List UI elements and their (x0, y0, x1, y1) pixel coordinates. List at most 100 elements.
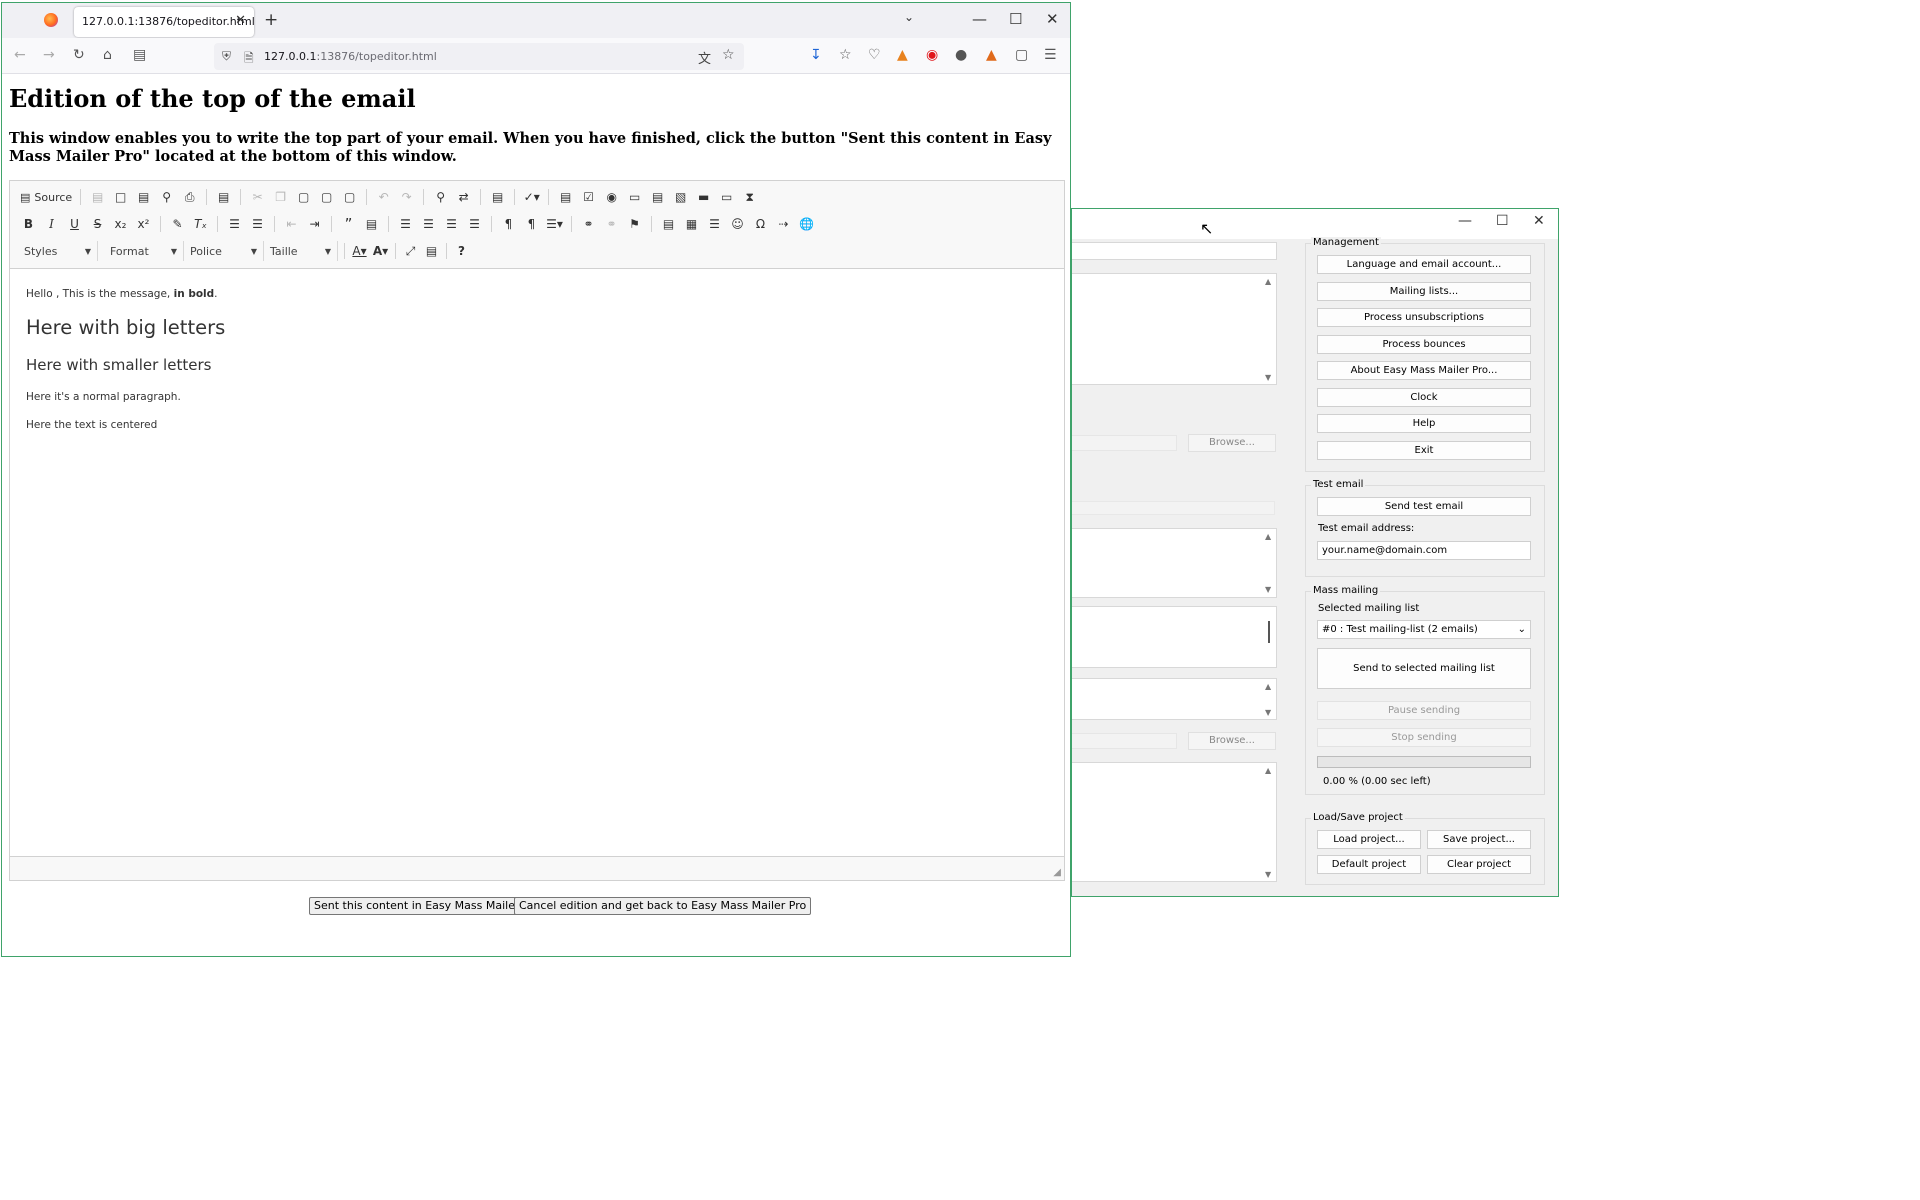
blockquote-icon[interactable]: ” (338, 213, 359, 235)
paste-icon[interactable]: ▢ (293, 186, 314, 208)
browse-button-1[interactable]: Browse... (1188, 434, 1276, 452)
scroll-up-icon[interactable]: ▲ (1265, 532, 1271, 541)
url-bar[interactable]: ⛨ 🗎 127.0.0.1:13876/topeditor.html 文 ☆ (214, 43, 744, 70)
bottom-content-area[interactable] (1072, 762, 1277, 882)
bold-icon[interactable]: B (18, 213, 39, 235)
italic-icon[interactable]: I (41, 213, 62, 235)
reload-icon[interactable]: ↻ (73, 47, 85, 63)
process-bounces-button[interactable]: Process bounces (1317, 335, 1531, 354)
anchor-flag-icon[interactable]: ⚑ (624, 213, 645, 235)
close-icon[interactable]: ✕ (1533, 213, 1545, 229)
scroll-down-icon[interactable]: ▼ (1265, 870, 1271, 879)
close-tab-icon[interactable]: ✕ (235, 13, 246, 28)
load-project-button[interactable]: Load project... (1317, 830, 1421, 849)
metamask-icon[interactable]: ▲ (897, 47, 908, 63)
forward-icon[interactable]: → (43, 47, 55, 63)
align-center-icon[interactable]: ☰ (418, 213, 439, 235)
stop-sending-button[interactable]: Stop sending (1317, 728, 1531, 747)
resize-grip-icon[interactable]: ◢ (1053, 867, 1061, 878)
paste-text-icon[interactable]: ▢ (316, 186, 337, 208)
select-all-icon[interactable]: ▤ (487, 186, 508, 208)
select-field-icon[interactable]: ▧ (670, 186, 691, 208)
help-button[interactable]: Help (1317, 414, 1531, 433)
about-button[interactable]: About Easy Mass Mailer Pro... (1317, 361, 1531, 380)
radio-icon[interactable]: ◉ (601, 186, 622, 208)
page-icon[interactable]: 🗎 (244, 49, 254, 70)
scroll-up-icon[interactable]: ▲ (1265, 766, 1271, 775)
send-to-list-button[interactable]: Send to selected mailing list (1317, 648, 1531, 689)
numbered-list-icon[interactable]: ☰ (224, 213, 245, 235)
div-container-icon[interactable]: ▤ (361, 213, 382, 235)
rtl-icon[interactable]: ¶ (521, 213, 542, 235)
font-combo[interactable]: Police ▼ (184, 241, 264, 261)
indent-icon[interactable]: ⇥ (304, 213, 325, 235)
redo-icon[interactable]: ↷ (396, 186, 417, 208)
home-icon[interactable]: ⌂ (103, 47, 112, 63)
preview-icon[interactable]: ⚲ (156, 186, 177, 208)
mailing-lists-button[interactable]: Mailing lists... (1317, 282, 1531, 301)
button-field-icon[interactable]: ▬ (693, 186, 714, 208)
clock-button[interactable]: Clock (1317, 388, 1531, 407)
text-field-icon[interactable]: ▭ (624, 186, 645, 208)
cancel-edition-button[interactable]: Cancel edition and get back to Easy Mass… (514, 897, 812, 915)
cut-icon[interactable]: ✂ (247, 186, 268, 208)
help-icon[interactable]: ? (451, 240, 472, 262)
image-icon[interactable]: ▤ (658, 213, 679, 235)
list-tabs-icon[interactable]: ⌄ (904, 10, 914, 24)
test-email-address-input[interactable]: your.name@domain.com (1317, 541, 1531, 560)
textarea-icon[interactable]: ▤ (647, 186, 668, 208)
pause-sending-button[interactable]: Pause sending (1317, 701, 1531, 720)
remove-format-icon[interactable]: Tₓ (190, 213, 211, 235)
editor-content[interactable]: Hello , This is the message, in bold. He… (10, 269, 1064, 858)
show-blocks-icon[interactable]: ▤ (421, 240, 442, 262)
opera-icon[interactable]: ◉ (926, 47, 938, 63)
default-project-button[interactable]: Default project (1317, 855, 1421, 874)
text-area-2[interactable] (1072, 528, 1277, 598)
replace-icon[interactable]: ⇄ (453, 186, 474, 208)
smiley-icon[interactable]: ☺ (727, 213, 748, 235)
new-page-icon[interactable]: □ (110, 186, 131, 208)
minimize-icon[interactable]: — (1458, 213, 1472, 229)
page-break-icon[interactable]: ⇢ (773, 213, 794, 235)
clear-project-button[interactable]: Clear project (1427, 855, 1531, 874)
ltr-icon[interactable]: ¶ (498, 213, 519, 235)
size-combo[interactable]: Taille ▼ (264, 241, 338, 261)
scroll-down-icon[interactable]: ▼ (1265, 708, 1271, 717)
special-char-icon[interactable]: Ω (750, 213, 771, 235)
subject-field[interactable] (1072, 242, 1277, 260)
bookmark-star-icon[interactable]: ☆ (722, 47, 735, 63)
align-right-icon[interactable]: ☰ (441, 213, 462, 235)
scroll-down-icon[interactable]: ▼ (1265, 585, 1271, 594)
save-icon[interactable]: ▤ (87, 186, 108, 208)
language-icon[interactable]: ☰▾ (544, 213, 565, 235)
attachment-field-2[interactable] (1072, 733, 1177, 749)
copy-icon[interactable]: ❐ (270, 186, 291, 208)
app-titlebar[interactable]: — ☐ ✕ (1072, 209, 1558, 239)
close-window-icon[interactable]: ✕ (1046, 10, 1059, 28)
find-icon[interactable]: ⚲ (430, 186, 451, 208)
shield-icon[interactable]: ⛨ (222, 49, 231, 64)
spellcheck-icon[interactable]: ✓▾ (521, 186, 542, 208)
align-left-icon[interactable]: ☰ (395, 213, 416, 235)
process-unsubscriptions-button[interactable]: Process unsubscriptions (1317, 308, 1531, 327)
justify-icon[interactable]: ☰ (464, 213, 485, 235)
export-pdf-icon[interactable]: ▤ (133, 186, 154, 208)
profile-icon[interactable]: ▲ (986, 47, 997, 63)
templates-icon[interactable]: ▤ (213, 186, 234, 208)
extension-star-icon[interactable]: ☆ (839, 47, 852, 63)
browse-button-2[interactable]: Browse... (1188, 732, 1276, 750)
superscript-icon[interactable]: x² (133, 213, 154, 235)
send-content-button[interactable]: Sent this content in Easy Mass Mailer Pr… (309, 897, 546, 915)
send-test-email-button[interactable]: Send test email (1317, 497, 1531, 516)
mailing-list-select[interactable]: #0 : Test mailing-list (2 emails) ⌄ (1317, 620, 1531, 639)
form-icon[interactable]: ▤ (555, 186, 576, 208)
underline-icon[interactable]: U (64, 213, 85, 235)
maximize-editor-icon[interactable]: ⤢ (400, 240, 421, 262)
extension-icon[interactable]: ● (955, 47, 967, 63)
text-area-3[interactable] (1072, 606, 1277, 668)
save-project-button[interactable]: Save project... (1427, 830, 1531, 849)
scroll-thumb[interactable] (1268, 621, 1270, 643)
paste-word-icon[interactable]: ▢ (339, 186, 360, 208)
hidden-field-icon[interactable]: ⧗ (739, 186, 760, 208)
image-button-icon[interactable]: ▭ (716, 186, 737, 208)
